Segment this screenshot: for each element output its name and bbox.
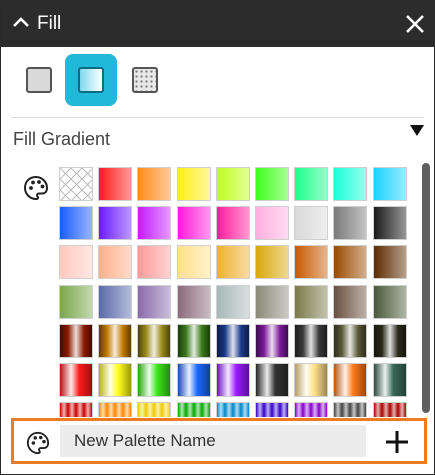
- new-palette-row: [11, 418, 427, 464]
- gradient-swatch[interactable]: [215, 245, 250, 280]
- gradient-swatch[interactable]: [333, 245, 368, 280]
- vertical-scrollbar[interactable]: [419, 159, 433, 417]
- panel-title: Fill: [37, 13, 62, 34]
- gradient-swatch[interactable]: [372, 363, 407, 397]
- fill-gradient-button[interactable]: [65, 54, 117, 106]
- gradient-swatch[interactable]: [294, 284, 329, 319]
- gradient-swatch[interactable]: [98, 284, 133, 319]
- close-icon[interactable]: [404, 13, 426, 35]
- gradient-swatch[interactable]: [176, 402, 211, 417]
- gradient-swatch[interactable]: [333, 363, 368, 397]
- gradient-swatch[interactable]: [59, 363, 93, 397]
- gradient-swatch[interactable]: [215, 206, 250, 241]
- palette-icon: [26, 431, 50, 455]
- gradient-swatch[interactable]: [137, 206, 172, 241]
- scrollbar-thumb[interactable]: [422, 163, 430, 413]
- gradient-swatch[interactable]: [59, 284, 93, 319]
- palette-icon[interactable]: [23, 175, 49, 201]
- gradient-swatch[interactable]: [333, 206, 368, 241]
- gradient-swatch[interactable]: [294, 363, 329, 397]
- section-label: Fill Gradient: [13, 129, 111, 149]
- gradient-swatch[interactable]: [98, 402, 133, 417]
- gradient-swatch[interactable]: [98, 245, 133, 280]
- gradient-swatch[interactable]: [255, 402, 289, 417]
- gradient-swatch[interactable]: [98, 363, 133, 397]
- gradient-swatch[interactable]: [137, 323, 172, 358]
- gradient-swatch[interactable]: [98, 206, 133, 241]
- gradient-swatch[interactable]: [59, 206, 93, 241]
- gradient-swatch[interactable]: [137, 402, 172, 417]
- gradient-swatch-area: [11, 159, 407, 417]
- divider: [11, 117, 424, 118]
- chevron-up-icon[interactable]: [11, 13, 31, 33]
- gradient-swatch[interactable]: [137, 167, 172, 201]
- pattern-fill-icon: [132, 67, 158, 93]
- gradient-swatch[interactable]: [255, 284, 289, 319]
- gradient-swatch[interactable]: [137, 284, 172, 319]
- gradient-swatch[interactable]: [372, 167, 407, 201]
- gradient-swatch[interactable]: [255, 167, 289, 201]
- gradient-swatch[interactable]: [59, 245, 93, 280]
- gradient-swatch[interactable]: [372, 284, 407, 319]
- no-fill-swatch[interactable]: [59, 167, 93, 201]
- gradient-swatch[interactable]: [215, 323, 250, 358]
- gradient-swatch[interactable]: [333, 402, 368, 417]
- gradient-swatch[interactable]: [333, 167, 368, 201]
- gradient-swatch[interactable]: [176, 363, 211, 397]
- gradient-swatch[interactable]: [215, 167, 250, 201]
- fill-panel: Fill Fill Gradient: [0, 0, 435, 475]
- gradient-swatch[interactable]: [215, 402, 250, 417]
- gradient-swatch[interactable]: [294, 167, 329, 201]
- gradient-swatch[interactable]: [372, 323, 407, 358]
- plus-icon[interactable]: [384, 429, 410, 455]
- gradient-swatch[interactable]: [176, 323, 211, 358]
- gradient-swatch[interactable]: [215, 284, 250, 319]
- gradient-swatch[interactable]: [294, 245, 329, 280]
- gradient-swatch[interactable]: [255, 323, 289, 358]
- gradient-swatch[interactable]: [98, 323, 133, 358]
- fill-pattern-button[interactable]: [119, 54, 171, 106]
- gradient-swatch[interactable]: [98, 167, 133, 201]
- gradient-swatch[interactable]: [215, 363, 250, 397]
- gradient-swatch[interactable]: [176, 245, 211, 280]
- gradient-swatch[interactable]: [372, 206, 407, 241]
- gradient-swatch[interactable]: [294, 402, 329, 417]
- gradient-swatch[interactable]: [59, 323, 93, 358]
- gradient-swatch[interactable]: [255, 206, 289, 241]
- gradient-swatch[interactable]: [294, 206, 329, 241]
- new-palette-name-input[interactable]: [60, 425, 366, 457]
- solid-fill-icon: [26, 67, 52, 93]
- fill-solid-button[interactable]: [13, 54, 65, 106]
- gradient-fill-icon: [78, 67, 104, 93]
- gradient-swatch[interactable]: [176, 206, 211, 241]
- gradient-swatch[interactable]: [255, 363, 289, 397]
- panel-titlebar: Fill: [1, 1, 435, 47]
- gradient-swatch[interactable]: [137, 245, 172, 280]
- triangle-down-icon[interactable]: [406, 119, 428, 141]
- gradient-swatch[interactable]: [372, 402, 407, 417]
- gradient-swatch[interactable]: [333, 323, 368, 358]
- gradient-swatch[interactable]: [333, 284, 368, 319]
- gradient-swatch[interactable]: [176, 167, 211, 201]
- gradient-swatch[interactable]: [372, 245, 407, 280]
- gradient-swatch[interactable]: [294, 323, 329, 358]
- gradient-swatch[interactable]: [255, 245, 289, 280]
- gradient-swatch[interactable]: [137, 363, 172, 397]
- gradient-swatch[interactable]: [59, 402, 93, 417]
- gradient-swatch[interactable]: [176, 284, 211, 319]
